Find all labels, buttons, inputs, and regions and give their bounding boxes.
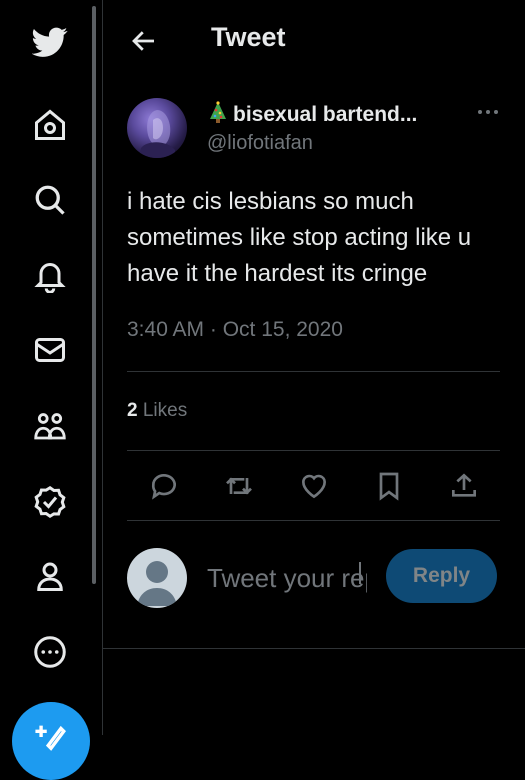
- compose-tweet-button[interactable]: [12, 702, 90, 780]
- tweet-text: i hate cis lesbians so much sometimes li…: [127, 188, 472, 287]
- more-options-icon[interactable]: [475, 102, 501, 122]
- share-upload-icon[interactable]: [446, 468, 482, 504]
- current-user-avatar: [127, 548, 187, 608]
- page-title: Tweet: [211, 22, 286, 52]
- compose-plus-icon: [35, 725, 66, 751]
- author-avatar[interactable]: [127, 98, 187, 158]
- divider: [127, 450, 500, 451]
- text-caret: [359, 562, 361, 584]
- verified-icon[interactable]: [30, 482, 70, 522]
- mail-icon[interactable]: [30, 330, 70, 370]
- main-column: Tweet bisexual bartend... @liofotiafan i…: [103, 0, 525, 735]
- search-icon[interactable]: [30, 180, 70, 220]
- tweet-timestamp[interactable]: 3:40 AM · Oct 15, 2020: [127, 318, 343, 342]
- communities-icon[interactable]: [30, 406, 70, 446]
- back-arrow-icon[interactable]: [129, 26, 159, 56]
- author-name-text: bisexual bartend...: [233, 103, 418, 126]
- reply-input[interactable]: [207, 558, 367, 598]
- author-display-name[interactable]: bisexual bartend...: [207, 100, 417, 127]
- bookmark-icon[interactable]: [371, 468, 407, 504]
- reply-icon[interactable]: [146, 468, 182, 504]
- sidebar-scrollbar[interactable]: [92, 6, 96, 584]
- likes-count[interactable]: 2 Likes: [127, 400, 187, 422]
- author-handle[interactable]: @liofotiafan: [207, 132, 313, 155]
- home-icon[interactable]: [30, 105, 70, 145]
- page-header: Tweet: [103, 0, 525, 80]
- twitter-logo-icon[interactable]: [30, 22, 70, 62]
- like-heart-icon[interactable]: [296, 468, 332, 504]
- likes-number: 2: [127, 400, 138, 421]
- divider: [127, 520, 500, 521]
- bell-icon[interactable]: [30, 255, 70, 295]
- divider: [103, 648, 525, 649]
- more-circle-icon[interactable]: [30, 632, 70, 672]
- reply-button[interactable]: Reply: [386, 549, 497, 603]
- christmas-tree-icon: [207, 100, 229, 124]
- likes-label: Likes: [142, 400, 188, 421]
- retweet-icon[interactable]: [221, 468, 257, 504]
- sidebar: [0, 0, 103, 780]
- profile-icon[interactable]: [30, 556, 70, 596]
- divider: [127, 371, 500, 372]
